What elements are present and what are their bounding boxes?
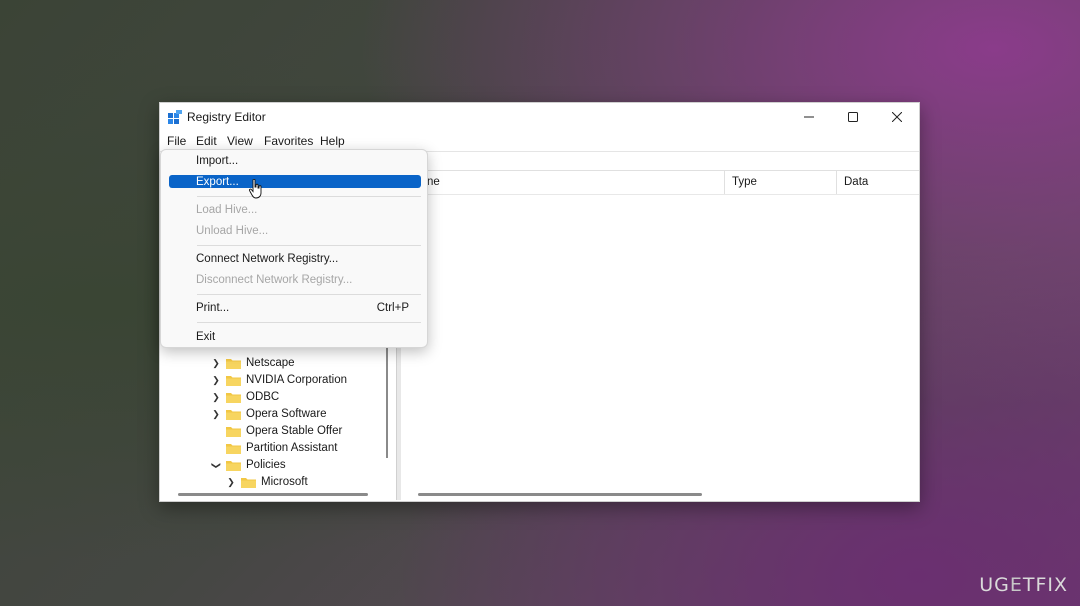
maximize-icon xyxy=(848,112,858,122)
folder-icon xyxy=(226,392,241,403)
tree-item-label: Partition Assistant xyxy=(246,442,338,454)
tree-item-odbc[interactable]: ❯ ODBC xyxy=(210,389,279,405)
chevron-down-icon[interactable]: ❯ xyxy=(211,459,222,471)
tree-item-label: NVIDIA Corporation xyxy=(246,374,347,386)
menu-item-print[interactable]: Print... Ctrl+P xyxy=(169,301,421,315)
file-menu-dropdown: Import... Export... Load Hive... Unload … xyxy=(160,149,428,348)
menu-item-export[interactable]: Export... xyxy=(169,175,421,188)
folder-icon xyxy=(226,409,241,420)
minimize-button[interactable] xyxy=(787,103,831,131)
tree-item-opera-stable-offer[interactable]: Opera Stable Offer xyxy=(210,423,342,439)
menu-file[interactable]: File xyxy=(167,134,186,148)
tree-item-label: Opera Software xyxy=(246,408,327,420)
mouse-pointer-icon xyxy=(249,179,262,199)
print-shortcut: Ctrl+P xyxy=(376,302,409,314)
menu-help[interactable]: Help xyxy=(320,134,345,148)
list-header: ne Type Data xyxy=(401,170,919,195)
column-divider[interactable] xyxy=(724,170,725,194)
tree-item-opera-software[interactable]: ❯ Opera Software xyxy=(210,406,327,422)
chevron-right-icon[interactable]: ❯ xyxy=(210,392,222,403)
tree-item-nvidia-corporation[interactable]: ❯ NVIDIA Corporation xyxy=(210,372,347,388)
menu-item-connect-network-registry[interactable]: Connect Network Registry... xyxy=(169,252,421,266)
chevron-right-icon[interactable]: ❯ xyxy=(210,358,222,369)
tree-item-partition-assistant[interactable]: Partition Assistant xyxy=(210,440,337,456)
minimize-icon xyxy=(804,116,814,118)
menu-item-import[interactable]: Import... xyxy=(169,154,421,168)
folder-icon xyxy=(226,426,241,437)
values-horizontal-scrollbar[interactable] xyxy=(418,493,702,496)
tree-item-microsoft[interactable]: ❯ Microsoft xyxy=(225,474,308,490)
chevron-right-icon[interactable]: ❯ xyxy=(210,375,222,386)
values-list: ne Type Data xyxy=(401,170,919,500)
menu-item-disconnect-network-registry: Disconnect Network Registry... xyxy=(196,274,353,286)
menu-edit[interactable]: Edit xyxy=(196,134,217,148)
column-header-data[interactable]: Data xyxy=(838,170,868,194)
registry-editor-app-icon xyxy=(168,110,182,124)
column-divider[interactable] xyxy=(836,170,837,194)
tree-item-label: ODBC xyxy=(246,391,280,403)
folder-icon xyxy=(241,477,256,488)
title-bar[interactable]: Registry Editor xyxy=(160,103,919,131)
menu-bar: File Edit View Favorites Help xyxy=(160,131,919,151)
tree-item-label: Microsoft xyxy=(261,476,308,488)
folder-icon xyxy=(226,375,241,386)
menu-item-load-hive: Load Hive... xyxy=(196,204,258,216)
close-icon xyxy=(892,112,902,122)
tree-item-policies[interactable]: ❯ Policies xyxy=(210,457,286,473)
menu-item-unload-hive: Unload Hive... xyxy=(196,225,269,237)
ugetfix-watermark: UGETFIX xyxy=(979,574,1068,596)
tree-item-label: Netscape xyxy=(246,357,295,369)
scrollbar-thumb[interactable] xyxy=(386,348,388,458)
menu-view[interactable]: View xyxy=(227,134,253,148)
tree-item-label: Opera Stable Offer xyxy=(246,425,343,437)
maximize-button[interactable] xyxy=(831,103,875,131)
tree-item-netscape[interactable]: ❯ Netscape xyxy=(210,355,295,371)
menu-separator xyxy=(197,245,421,246)
tree-item-label: Policies xyxy=(246,459,286,471)
folder-icon xyxy=(226,443,241,454)
folder-icon xyxy=(226,358,241,369)
menu-separator xyxy=(197,322,421,323)
menu-separator xyxy=(197,294,421,295)
tree-horizontal-scrollbar[interactable] xyxy=(178,493,368,496)
chevron-right-icon[interactable]: ❯ xyxy=(225,477,237,488)
close-button[interactable] xyxy=(875,103,919,131)
chevron-right-icon[interactable]: ❯ xyxy=(210,409,222,420)
menu-favorites[interactable]: Favorites xyxy=(264,134,313,148)
folder-icon xyxy=(226,460,241,471)
window-title: Registry Editor xyxy=(187,110,266,124)
menu-item-exit[interactable]: Exit xyxy=(169,330,421,344)
menu-separator xyxy=(197,196,421,197)
column-header-type[interactable]: Type xyxy=(726,170,757,194)
